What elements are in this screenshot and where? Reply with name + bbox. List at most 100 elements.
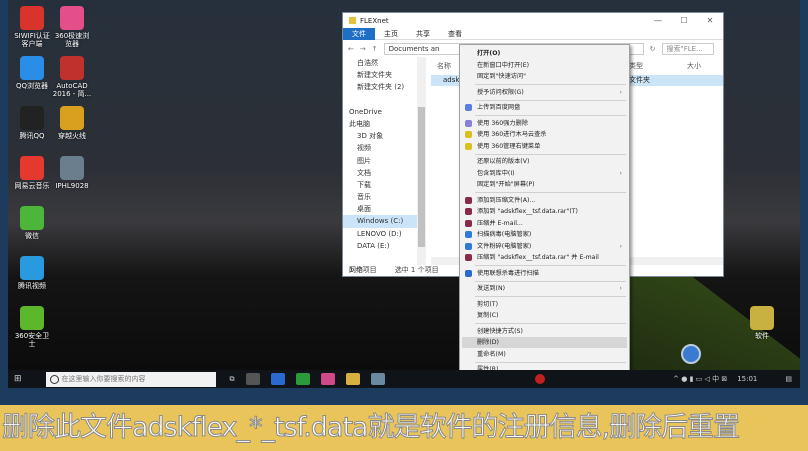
nav-item[interactable]: 新建文件夹 — [343, 69, 417, 81]
desktop-icon-label: 微信 — [25, 232, 39, 240]
nav-item[interactable]: Windows (C:) — [343, 215, 417, 228]
desktop-icon-software[interactable]: 软件 — [742, 306, 782, 340]
360-browser-icon[interactable] — [320, 373, 335, 385]
app-icon — [60, 156, 84, 180]
context-menu: 打开(O) 在新窗口中打开(E) 固定到"快速访问" 授予访问权限(G) › 上传到百度网… — [459, 44, 630, 373]
column-type[interactable]: 类型 — [629, 61, 643, 71]
windows-start-icon[interactable]: ⊞ — [14, 374, 22, 384]
close-button[interactable]: ✕ — [697, 16, 723, 25]
tab-view[interactable]: 查看 — [439, 29, 471, 39]
desktop-icon[interactable]: AutoCAD 2016 - 简... — [52, 56, 92, 98]
app-icon[interactable] — [370, 373, 385, 385]
column-name[interactable]: 名称 — [437, 61, 451, 71]
nav-item[interactable]: OneDrive — [343, 106, 417, 118]
desktop-icon[interactable]: 穿越火线 — [52, 106, 92, 140]
menu-item[interactable]: 固定到"开始"屏幕(P) — [462, 179, 627, 190]
desktop-icon-label: AutoCAD 2016 - 简... — [52, 82, 92, 98]
app-icon — [20, 156, 44, 180]
nav-item[interactable]: 桌面 — [343, 203, 417, 215]
desktop-icon[interactable]: 微信 — [12, 206, 52, 240]
desktop-icon[interactable]: 360极速浏览器 — [52, 6, 92, 48]
file-explorer-icon[interactable] — [345, 373, 360, 385]
forward-button[interactable]: → — [360, 45, 366, 53]
menu-item[interactable]: 文件粉碎(电脑管家) › — [462, 241, 627, 252]
menu-item-label: 使用联想杀毒进行扫描 — [477, 269, 539, 277]
menu-item[interactable]: 包含到库中(I) › — [462, 168, 627, 179]
folder-icon — [349, 17, 356, 24]
nav-item[interactable]: 下载 — [343, 179, 417, 191]
nav-item[interactable]: LENOVO (D:) — [343, 228, 417, 240]
desktop-icon[interactable]: 网易云音乐 — [12, 156, 52, 190]
navigation-pane: 白浩然 新建文件夹 新建文件夹 (2) OneDrive 此电脑 3D 对象 视频 图片 文档下… — [343, 57, 417, 274]
nav-item[interactable]: 文档 — [343, 167, 417, 179]
minimize-button[interactable]: — — [645, 16, 671, 25]
menu-item[interactable]: 创建快捷方式(S) — [462, 326, 627, 337]
nav-item[interactable]: 此电脑 — [343, 118, 417, 130]
desktop-icon[interactable]: QQ浏览器 — [12, 56, 52, 90]
chevron-right-icon: › — [619, 169, 622, 177]
desktop-icon-label: 软件 — [755, 332, 769, 340]
taskbar-search[interactable]: 在这里输入你要搜索的内容 — [45, 371, 216, 387]
app-icon[interactable] — [295, 373, 310, 385]
edge-icon[interactable] — [270, 373, 285, 385]
menu-item-label: 还原以前的版本(V) — [477, 158, 530, 165]
menu-item[interactable]: 发送到(N) › — [462, 283, 627, 294]
system-tray-icons[interactable]: ^ ● ▮ ▭ ◁ 中 ⊠ — [673, 374, 727, 384]
task-view-icon[interactable]: ⧉ — [230, 375, 235, 384]
nav-item[interactable]: DATA (E:) — [343, 240, 417, 252]
refresh-icon[interactable]: ↻ — [650, 45, 656, 53]
menu-item[interactable]: 在新窗口中打开(E) — [462, 60, 627, 71]
menu-item[interactable]: 使用联想杀毒进行扫描 — [462, 268, 627, 279]
menu-item[interactable]: 删除(D) — [462, 337, 627, 348]
title-bar: FLEXnet — ☐ ✕ — [343, 13, 723, 28]
menu-item[interactable]: 重命名(M) — [462, 349, 627, 360]
desktop-icon[interactable]: 腾讯视频 — [12, 256, 52, 290]
nav-item[interactable]: 视频 — [343, 142, 417, 154]
desktop-icon-label: 网易云音乐 — [14, 182, 50, 190]
search-input[interactable]: 搜索"FLE... — [661, 42, 714, 55]
menu-item[interactable]: 授予访问权限(G) › — [462, 87, 627, 98]
floating-button[interactable] — [681, 344, 701, 364]
tab-file[interactable]: 文件 — [343, 27, 375, 40]
menu-item[interactable]: 固定到"快速访问" — [462, 71, 627, 82]
winrar-icon — [465, 208, 472, 215]
tab-home[interactable]: 主页 — [375, 29, 407, 39]
notification-icon[interactable]: ▤ — [785, 375, 792, 383]
menu-item-label: 复制(C) — [477, 312, 499, 319]
nav-scrollbar[interactable] — [417, 57, 426, 265]
column-size[interactable]: 大小 — [687, 61, 701, 71]
menu-item[interactable]: 使用 360强力删除 — [462, 118, 627, 129]
menu-item-label: 发送到(N) — [477, 285, 506, 292]
menu-item[interactable]: 使用 360进行木马云查杀 — [462, 129, 627, 140]
menu-item[interactable]: 复制(C) — [462, 310, 627, 321]
tab-share[interactable]: 共享 — [407, 29, 439, 39]
up-button[interactable]: ↑ — [372, 45, 378, 53]
menu-item[interactable]: 扫描病毒(电脑管家) — [462, 229, 627, 240]
menu-item[interactable]: 添加到 "adskflex__tsf.data.rar"(T) — [462, 206, 627, 217]
desktop-icon[interactable]: 腾讯QQ — [12, 106, 52, 140]
menu-item[interactable]: 压缩到 "adskflex__tsf.data.rar" 并 E-mail — [462, 252, 627, 263]
desktop-icon[interactable]: SIWIFI认证客户端 — [12, 6, 52, 48]
app-icon[interactable] — [245, 373, 260, 385]
menu-item[interactable]: 还原以前的版本(V) — [462, 156, 627, 167]
menu-item[interactable]: 压缩并 E-mail... — [462, 218, 627, 229]
clock[interactable]: 15:01 — [737, 375, 757, 383]
nav-item[interactable]: 3D 对象 — [343, 130, 417, 142]
record-icon[interactable] — [534, 374, 545, 384]
nav-item[interactable]: 图片 — [343, 155, 417, 167]
menu-item[interactable]: 添加到压缩文件(A)... — [462, 195, 627, 206]
nav-item[interactable]: 白浩然 — [343, 57, 417, 69]
nav-item[interactable]: 音乐 — [343, 191, 417, 203]
menu-item[interactable]: 上传到百度网盘 — [462, 102, 627, 113]
menu-item[interactable]: 剪切(T) — [462, 299, 627, 310]
menu-item[interactable]: 打开(O) — [462, 48, 627, 59]
menu-separator — [475, 280, 626, 282]
winrar-icon — [465, 196, 472, 204]
menu-item[interactable]: 使用 360管理右键菜单 — [462, 141, 627, 152]
maximize-button[interactable]: ☐ — [671, 16, 697, 25]
back-button[interactable]: ← — [348, 45, 354, 53]
desktop-icon[interactable]: IPHL9028 — [52, 156, 92, 190]
menu-separator — [475, 99, 626, 101]
desktop-icon[interactable]: 360安全卫士 — [12, 306, 52, 348]
nav-item[interactable]: 新建文件夹 (2) — [343, 81, 417, 93]
